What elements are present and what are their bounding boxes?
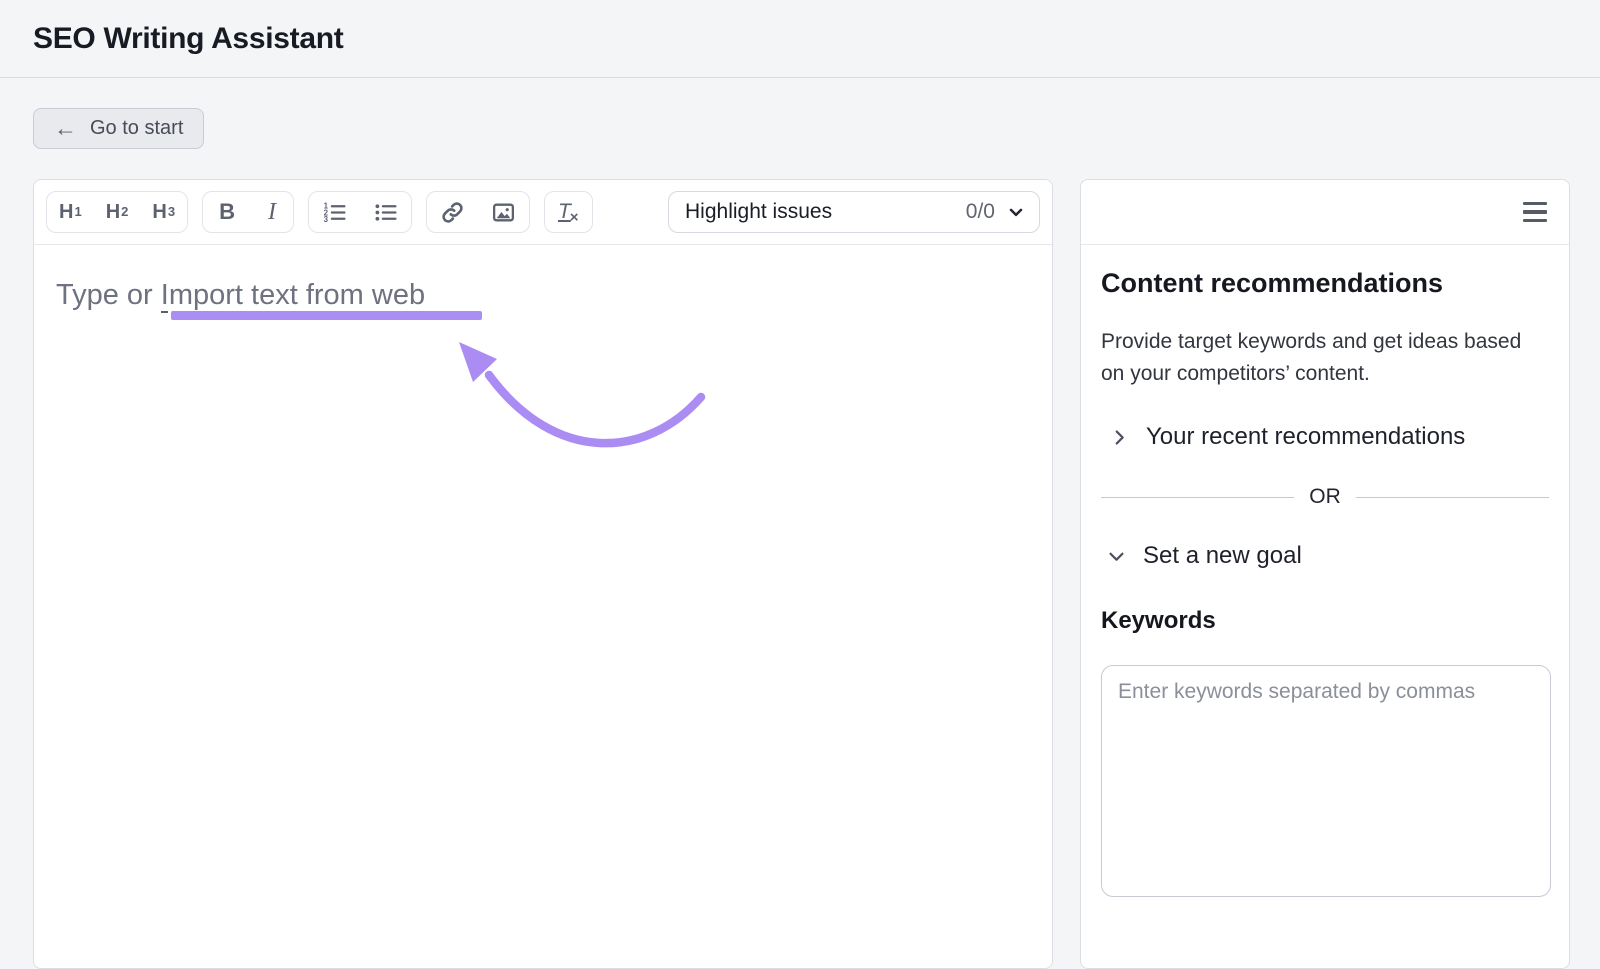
app-header: SEO Writing Assistant: [0, 0, 1600, 78]
hamburger-menu-icon[interactable]: [1523, 200, 1547, 224]
bold-button[interactable]: B: [203, 192, 251, 232]
arrow-left-icon: ←: [54, 117, 77, 140]
insert-buttons-group: [426, 191, 530, 233]
recommendations-title: Content recommendations: [1101, 268, 1549, 299]
bullet-list-icon: [373, 200, 398, 225]
highlight-issues-label: Highlight issues: [685, 200, 966, 224]
keywords-input[interactable]: [1101, 665, 1551, 897]
annotation-curved-arrow: [34, 245, 1034, 895]
ordered-list-icon: 123: [322, 200, 347, 225]
svg-text:3: 3: [324, 215, 329, 224]
italic-button[interactable]: I: [251, 192, 293, 232]
recent-recommendations-label: Your recent recommendations: [1146, 423, 1465, 451]
page-title: SEO Writing Assistant: [33, 22, 343, 56]
annotation-highlight-bar: [171, 311, 482, 320]
or-divider: OR: [1101, 485, 1549, 509]
editor-panel: H1 H2 H3 B I: [33, 179, 1053, 969]
image-icon: [491, 200, 516, 225]
highlight-issues-dropdown[interactable]: Highlight issues 0/0: [668, 191, 1040, 233]
recommendations-body: Content recommendations Provide target k…: [1081, 245, 1569, 920]
issues-count: 0/0: [966, 200, 995, 224]
workspace: H1 H2 H3 B I: [33, 179, 1572, 969]
editor-placeholder: Type or Import text from web: [56, 279, 1030, 312]
link-icon: [440, 200, 465, 225]
import-text-link[interactable]: Import text from web: [161, 279, 425, 313]
chevron-down-icon: [1107, 547, 1126, 566]
h3-button[interactable]: H3: [140, 192, 187, 232]
go-to-start-label: Go to start: [90, 117, 183, 140]
text-style-group: B I: [202, 191, 294, 233]
heading-buttons-group: H1 H2 H3: [46, 191, 188, 233]
keywords-label: Keywords: [1101, 607, 1549, 635]
seo-writing-assistant-app: SEO Writing Assistant ← Go to start H1 H…: [0, 0, 1600, 969]
main-content: ← Go to start H1 H2 H3 B I: [0, 78, 1600, 969]
clear-format-group: T ×: [544, 191, 593, 233]
editor-content-area[interactable]: Type or Import text from web: [34, 245, 1052, 969]
h2-button[interactable]: H2: [94, 192, 141, 232]
chevron-down-icon: [1006, 202, 1026, 222]
editor-toolbar: H1 H2 H3 B I: [34, 180, 1052, 245]
list-buttons-group: 123: [308, 191, 412, 233]
clear-formatting-icon: T ×: [558, 200, 579, 223]
recommendations-panel: Content recommendations Provide target k…: [1080, 179, 1570, 969]
or-label: OR: [1309, 485, 1341, 509]
recent-recommendations-toggle[interactable]: Your recent recommendations: [1110, 423, 1549, 451]
set-new-goal-toggle[interactable]: Set a new goal: [1107, 542, 1549, 570]
clear-formatting-button[interactable]: T ×: [545, 192, 592, 232]
set-new-goal-label: Set a new goal: [1143, 542, 1302, 570]
insert-image-button[interactable]: [478, 192, 529, 232]
insert-link-button[interactable]: [427, 192, 478, 232]
recommendations-header: [1081, 180, 1569, 245]
bullet-list-button[interactable]: [360, 192, 411, 232]
chevron-right-icon: [1110, 428, 1129, 447]
ordered-list-button[interactable]: 123: [309, 192, 360, 232]
recommendations-description: Provide target keywords and get ideas ba…: [1101, 326, 1549, 390]
h1-button[interactable]: H1: [47, 192, 94, 232]
go-to-start-button[interactable]: ← Go to start: [33, 108, 204, 149]
